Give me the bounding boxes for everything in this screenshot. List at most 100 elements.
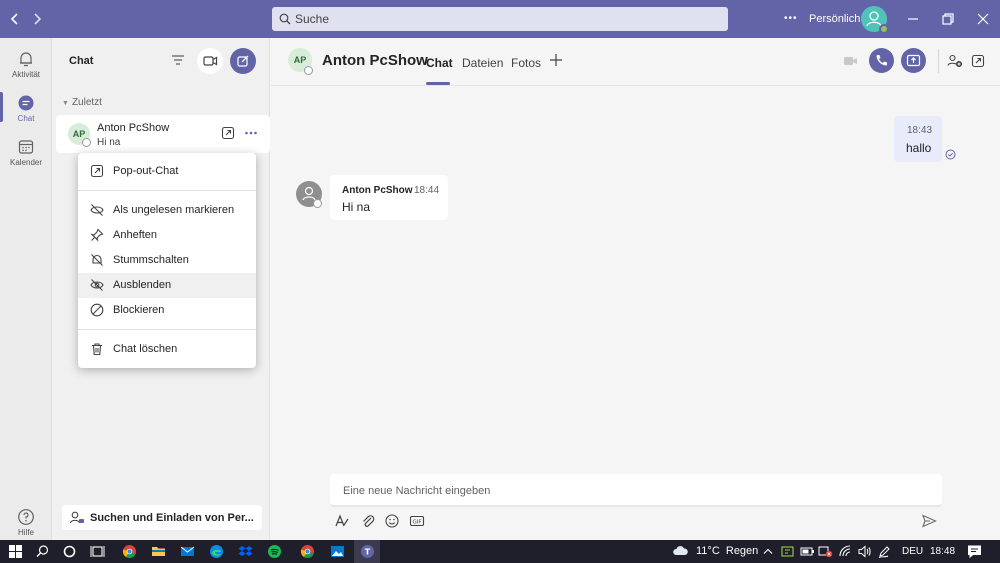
message-compose-input[interactable]: Eine neue Nachricht eingeben	[330, 474, 942, 507]
share-screen-button[interactable]	[901, 48, 926, 73]
weather-text[interactable]: 11°C Regen	[696, 545, 758, 557]
menu-item-mute[interactable]: Stummschalten	[78, 248, 256, 273]
menu-item-block[interactable]: Blockieren	[78, 298, 256, 323]
conversation-pane	[271, 38, 1000, 540]
task-view-icon[interactable]	[90, 544, 105, 559]
popout-conversation-button[interactable]	[971, 54, 985, 68]
block-icon	[90, 303, 104, 317]
tab-photos[interactable]: Fotos	[511, 56, 541, 70]
security-alert-icon[interactable]	[818, 544, 833, 559]
photos-icon[interactable]	[330, 544, 345, 559]
chevron-up-icon[interactable]	[762, 544, 774, 559]
message-received[interactable]: Anton PcShow 18:44 Hi na	[330, 175, 448, 220]
back-arrow-icon[interactable]	[8, 10, 26, 28]
rail-item-help[interactable]: Hilfe	[0, 500, 52, 544]
message-text: Hi na	[342, 200, 371, 214]
minimize-button[interactable]	[906, 12, 920, 26]
weather-icon[interactable]	[672, 544, 689, 559]
volume-icon[interactable]	[857, 544, 872, 559]
restore-button[interactable]	[941, 12, 955, 26]
app-rail: Aktivität Chat Kalender Hilfe	[0, 38, 52, 540]
rail-item-calendar[interactable]: Kalender	[0, 130, 52, 174]
message-sent[interactable]: 18:43 hallo	[894, 116, 942, 162]
rail-item-label: Chat	[17, 114, 35, 123]
wifi-icon[interactable]	[838, 544, 853, 559]
send-button[interactable]	[921, 513, 937, 529]
avatar[interactable]	[861, 6, 889, 34]
menu-item-mark-unread[interactable]: Als ungelesen markieren	[78, 198, 256, 223]
message-text: hallo	[906, 141, 932, 155]
tab-files[interactable]: Dateien	[462, 56, 503, 70]
filter-button[interactable]	[170, 52, 186, 68]
search-icon	[279, 13, 291, 25]
language-indicator[interactable]: DEU	[902, 546, 923, 557]
avatar-initials: AP	[72, 129, 86, 139]
meet-now-button[interactable]	[197, 48, 223, 74]
taskbar-search-icon[interactable]	[35, 544, 50, 559]
list-item[interactable]: AP Anton PcShow Hi na	[56, 115, 270, 153]
cortana-icon[interactable]	[62, 544, 77, 559]
add-people-icon	[947, 54, 962, 67]
edge-icon[interactable]	[209, 544, 224, 559]
tab-chat[interactable]: Chat	[426, 56, 453, 70]
dropbox-icon[interactable]	[238, 544, 253, 559]
phone-icon	[876, 55, 887, 66]
emoji-button[interactable]	[384, 513, 400, 529]
chrome-icon[interactable]	[122, 544, 137, 559]
forward-arrow-icon[interactable]	[30, 10, 48, 28]
section-header-recent[interactable]: ▼ Zuletzt	[62, 97, 102, 108]
notifications-icon[interactable]	[967, 544, 982, 559]
new-chat-button[interactable]	[230, 48, 256, 74]
hide-icon	[90, 279, 104, 291]
section-label: Zuletzt	[71, 97, 102, 108]
add-people-button[interactable]	[947, 53, 963, 69]
invite-label: Suchen und Einladen von Per...	[90, 512, 254, 524]
video-camera-icon	[844, 57, 857, 65]
calendar-icon	[18, 140, 34, 154]
ellipsis-icon	[245, 131, 257, 135]
gif-button[interactable]: GIF	[409, 513, 425, 529]
add-person-icon	[69, 511, 84, 524]
teams-taskbar-item[interactable]: T	[354, 540, 380, 563]
account-label[interactable]: Persönlich	[809, 13, 860, 25]
menu-item-popout-chat[interactable]: Pop-out-Chat	[78, 159, 256, 184]
more-options-button[interactable]: •••	[784, 13, 798, 24]
windows-start-icon[interactable]	[8, 544, 23, 559]
add-tab-button[interactable]	[549, 53, 563, 67]
menu-item-label: Anheften	[113, 229, 158, 241]
mail-icon[interactable]	[180, 544, 195, 559]
chat-item-preview: Hi na	[97, 137, 121, 148]
chrome-icon-2[interactable]	[300, 544, 315, 559]
pen-icon[interactable]	[877, 544, 892, 559]
conversation-title: Anton PcShow	[322, 52, 428, 69]
popout-chat-button[interactable]	[221, 126, 235, 140]
chat-icon	[18, 95, 34, 111]
context-menu: Pop-out-Chat Als ungelesen markieren Anh…	[78, 153, 256, 368]
message-sender: Anton PcShow	[342, 185, 413, 196]
chat-item-name: Anton PcShow	[97, 122, 170, 134]
message-timestamp: 18:43	[907, 125, 933, 136]
close-icon	[977, 13, 989, 25]
attach-button[interactable]	[360, 513, 376, 529]
rail-item-activity[interactable]: Aktivität	[0, 42, 52, 86]
more-options-button[interactable]	[244, 128, 258, 138]
rail-item-chat[interactable]: Chat	[0, 86, 52, 130]
audio-call-button[interactable]	[869, 48, 894, 73]
close-button[interactable]	[976, 12, 990, 26]
menu-item-label: Pop-out-Chat	[113, 165, 179, 177]
search-box[interactable]: Suche	[272, 7, 728, 31]
menu-item-hide[interactable]: Ausblenden	[78, 273, 256, 298]
menu-item-delete-chat[interactable]: Chat löschen	[78, 337, 256, 362]
status-offline-icon	[313, 199, 322, 208]
clock[interactable]: 18:48	[930, 546, 955, 557]
minimize-icon	[908, 18, 918, 20]
tray-app-icon[interactable]	[780, 544, 795, 559]
file-explorer-icon[interactable]	[151, 544, 166, 559]
format-button[interactable]	[334, 513, 350, 529]
chat-list-title: Chat	[69, 55, 94, 67]
invite-people-button[interactable]: Suchen und Einladen von Per...	[62, 505, 262, 530]
battery-icon[interactable]	[800, 544, 815, 559]
video-call-button[interactable]	[843, 54, 859, 68]
spotify-icon[interactable]	[267, 544, 282, 559]
menu-item-pin[interactable]: Anheften	[78, 223, 256, 248]
